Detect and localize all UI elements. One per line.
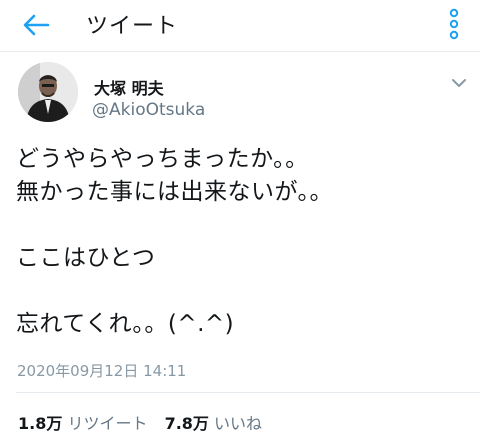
- tweet-stats: 1.8万 リツイート 7.8万 いいね: [18, 410, 262, 434]
- top-bar: ツイート: [0, 0, 480, 52]
- like-count: 7.8万: [164, 414, 209, 433]
- avatar-image: [18, 62, 78, 122]
- retweet-label: リツイート: [67, 414, 148, 433]
- chevron-down-icon[interactable]: [450, 76, 468, 90]
- tweet-timestamp[interactable]: 2020年09月12日 14:11: [17, 360, 186, 381]
- author-display-name[interactable]: 大塚 明夫: [94, 75, 164, 99]
- divider: [16, 392, 480, 393]
- retweet-count: 1.8万: [18, 414, 63, 433]
- author-handle[interactable]: @AkioOtsuka: [92, 100, 205, 120]
- back-arrow-icon[interactable]: [18, 10, 54, 40]
- more-vertical-icon[interactable]: [444, 8, 464, 40]
- tweet-text: どうやらやっちまったか。。 無かった事には出来ないが。。 ここはひとつ 忘れてく…: [16, 146, 334, 337]
- like-label: いいね: [214, 414, 263, 433]
- retweet-count-link[interactable]: 1.8万 リツイート: [18, 410, 147, 434]
- like-count-link[interactable]: 7.8万 いいね: [165, 410, 262, 434]
- avatar[interactable]: [18, 62, 78, 122]
- page-title: ツイート: [86, 14, 179, 39]
